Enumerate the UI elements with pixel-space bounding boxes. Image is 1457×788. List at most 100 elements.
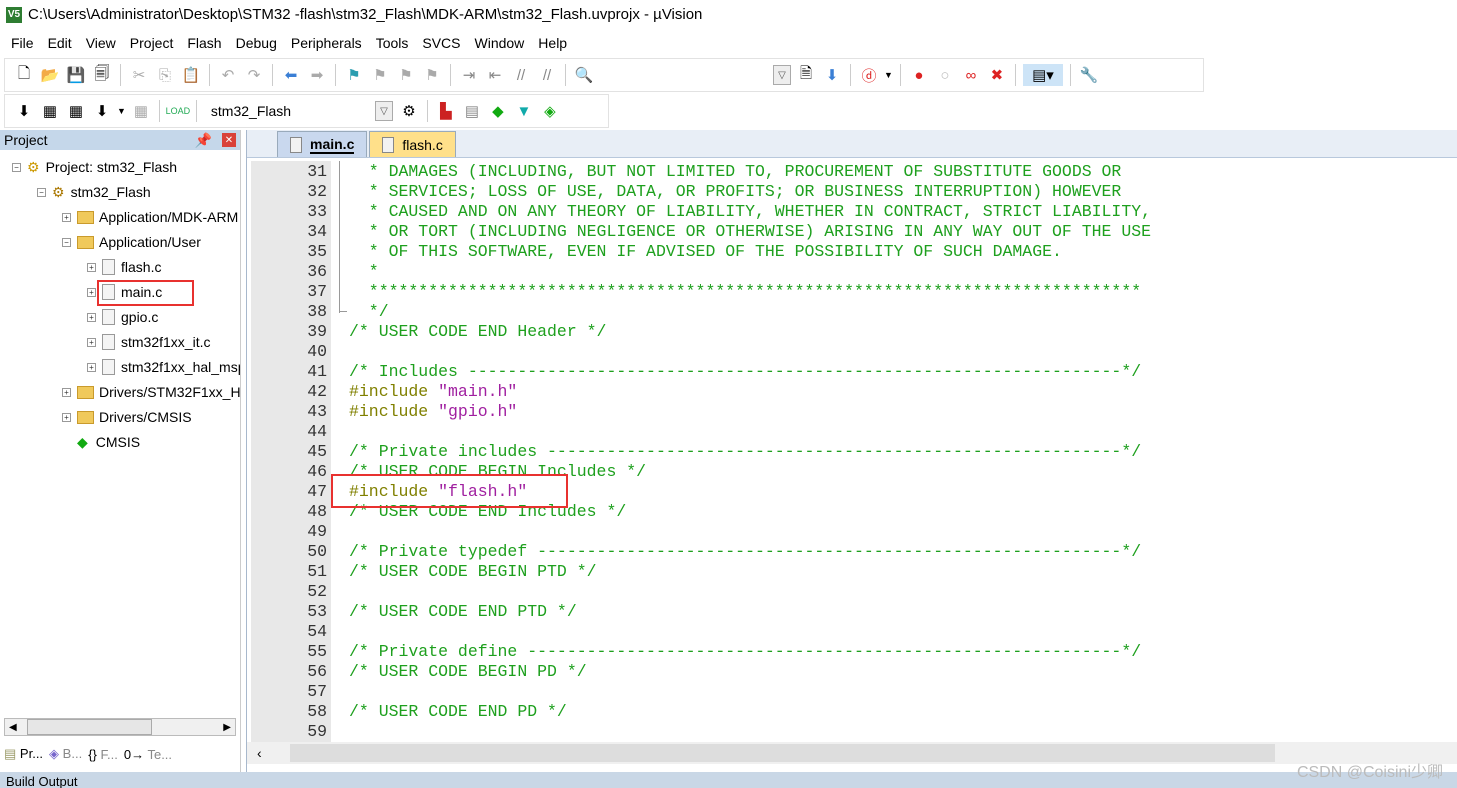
find-icon[interactable]: ⬇ bbox=[821, 64, 843, 86]
kill-breakpoints-icon[interactable]: ✖ bbox=[986, 64, 1008, 86]
menu-help[interactable]: Help bbox=[531, 35, 574, 51]
editor-horizontal-scrollbar[interactable]: ‹ bbox=[247, 742, 1457, 764]
tab-main-c[interactable]: main.c bbox=[277, 131, 368, 157]
code-area[interactable]: 31 * DAMAGES (INCLUDING, BUT NOT LIMITED… bbox=[247, 161, 1457, 742]
options-for-target-icon[interactable]: ⚙ bbox=[398, 100, 420, 122]
tree-item[interactable]: − Application/User bbox=[62, 232, 201, 252]
scrollbar-thumb[interactable] bbox=[27, 719, 152, 735]
uncomment-icon[interactable]: // bbox=[536, 64, 558, 86]
unindent-icon[interactable]: ⇤ bbox=[484, 64, 506, 86]
navigate-forward-icon[interactable]: ➡ bbox=[306, 64, 328, 86]
tab-functions[interactable]: {} F... bbox=[88, 747, 118, 762]
paste-icon[interactable]: 📋 bbox=[180, 64, 202, 86]
window-layout-icon[interactable]: ▤▾ bbox=[1022, 64, 1063, 86]
collapse-icon[interactable]: − bbox=[37, 187, 46, 197]
menu-edit[interactable]: Edit bbox=[41, 35, 79, 51]
pin-icon[interactable]: 📌 bbox=[195, 132, 212, 149]
tree-item[interactable]: + flash.c bbox=[87, 257, 161, 277]
copy-icon[interactable]: ⎘ bbox=[154, 64, 176, 86]
redo-icon[interactable]: ↷ bbox=[243, 64, 265, 86]
expand-icon[interactable]: + bbox=[62, 212, 71, 222]
clear-bookmarks-icon[interactable]: ⚑ bbox=[421, 64, 443, 86]
load-download-icon[interactable]: LOAD bbox=[166, 100, 191, 122]
disable-breakpoint-icon[interactable]: ○ bbox=[934, 64, 956, 86]
navigate-back-icon[interactable]: ⬅ bbox=[280, 64, 302, 86]
tree-item[interactable]: + Drivers/CMSIS bbox=[62, 407, 192, 427]
expand-icon[interactable]: + bbox=[87, 337, 96, 347]
select-packs-icon[interactable]: ▤ bbox=[461, 100, 483, 122]
find-in-files-icon[interactable]: 🔍 bbox=[573, 64, 595, 86]
tree-item[interactable]: + Drivers/STM32F1xx_HAL_Driver bbox=[62, 382, 240, 402]
chevron-down-icon[interactable]: ▽ bbox=[374, 101, 393, 121]
undo-icon[interactable]: ↶ bbox=[217, 64, 239, 86]
indent-icon[interactable]: ⇥ bbox=[458, 64, 480, 86]
tab-books[interactable]: ◈ B... bbox=[49, 746, 82, 762]
pack-icon[interactable]: ◈ bbox=[539, 100, 561, 122]
scroll-left-icon[interactable]: ◀ bbox=[5, 722, 17, 733]
save-all-icon[interactable]: 🗐 bbox=[91, 64, 113, 86]
menu-svcs[interactable]: SVCS bbox=[415, 35, 467, 51]
configure-wrench-icon[interactable]: 🔧 bbox=[1078, 64, 1100, 86]
chevron-down-icon[interactable]: ▼ bbox=[117, 106, 126, 116]
target-select[interactable]: stm32_Flash ▽ bbox=[203, 99, 394, 123]
line-number: 32 bbox=[307, 182, 327, 201]
collapse-icon[interactable]: − bbox=[12, 162, 21, 172]
tree-item[interactable]: + stm32f1xx_it.c bbox=[87, 332, 210, 352]
save-icon[interactable]: 💾 bbox=[65, 64, 87, 86]
code-line: 37 *************************************… bbox=[247, 282, 1447, 302]
expand-icon[interactable]: + bbox=[62, 387, 71, 397]
tab-templates[interactable]: 0→ Te... bbox=[124, 747, 172, 762]
new-file-icon[interactable]: 🗋 bbox=[13, 64, 35, 86]
tree-item[interactable]: ◆ CMSIS bbox=[62, 432, 140, 452]
chevron-down-icon[interactable]: ▼ bbox=[884, 70, 893, 80]
menu-peripherals[interactable]: Peripherals bbox=[284, 35, 369, 51]
tree-item[interactable]: + gpio.c bbox=[87, 307, 158, 327]
tree-item[interactable]: − ⚙ Project: stm32_Flash bbox=[12, 157, 177, 177]
tab-flash-c[interactable]: flash.c bbox=[369, 131, 456, 157]
find-dropdown[interactable]: ▽ bbox=[773, 65, 791, 85]
rebuild-icon[interactable]: ▦ bbox=[65, 100, 87, 122]
expand-icon[interactable]: + bbox=[87, 262, 96, 272]
breakpoint-icon[interactable]: ● bbox=[908, 64, 930, 86]
expand-icon[interactable]: + bbox=[87, 287, 96, 297]
pack-installer-icon[interactable]: ▼ bbox=[513, 100, 535, 122]
cut-icon[interactable]: ✂ bbox=[128, 64, 150, 86]
translate-icon[interactable]: ⬇ bbox=[13, 100, 35, 122]
debug-session-icon[interactable]: ⓓ bbox=[858, 64, 880, 86]
code-token-com: * OF THIS SOFTWARE, EVEN IF ADVISED OF T… bbox=[349, 242, 1062, 261]
collapse-icon[interactable]: − bbox=[62, 237, 71, 247]
tree-item[interactable]: + stm32f1xx_hal_msp.c bbox=[87, 357, 240, 377]
tree-item[interactable]: + Application/MDK-ARM bbox=[62, 207, 238, 227]
expand-icon[interactable]: + bbox=[62, 412, 71, 422]
manage-project-items-icon[interactable]: ▙ bbox=[435, 100, 457, 122]
scroll-left-icon[interactable]: ‹ bbox=[247, 745, 262, 761]
manage-run-time-environment-icon[interactable]: ◆ bbox=[487, 100, 509, 122]
scroll-right-icon[interactable]: ▶ bbox=[223, 722, 235, 733]
next-bookmark-icon[interactable]: ⚑ bbox=[395, 64, 417, 86]
scrollbar-thumb[interactable] bbox=[289, 744, 1275, 762]
bookmark-icon[interactable]: ⚑ bbox=[343, 64, 365, 86]
expand-icon[interactable]: + bbox=[87, 312, 96, 322]
menu-flash[interactable]: Flash bbox=[180, 35, 228, 51]
prev-bookmark-icon[interactable]: ⚑ bbox=[369, 64, 391, 86]
menu-project[interactable]: Project bbox=[123, 35, 181, 51]
build-icon[interactable]: ▦ bbox=[39, 100, 61, 122]
menu-tools[interactable]: Tools bbox=[369, 35, 416, 51]
expand-icon[interactable]: + bbox=[87, 362, 96, 372]
batch-build-icon[interactable]: ⬇ bbox=[91, 100, 113, 122]
tree-item-label: stm32_Flash bbox=[70, 184, 151, 200]
open-folder-icon[interactable]: 📂 bbox=[39, 64, 61, 86]
stop-build-icon[interactable]: ▦ bbox=[130, 100, 152, 122]
close-icon[interactable]: ✕ bbox=[222, 133, 236, 147]
menu-file[interactable]: File bbox=[4, 35, 41, 51]
disable-all-breakpoints-icon[interactable]: ∞ bbox=[960, 64, 982, 86]
menu-window[interactable]: Window bbox=[468, 35, 532, 51]
menu-view[interactable]: View bbox=[79, 35, 123, 51]
comment-icon[interactable]: // bbox=[510, 64, 532, 86]
tree-item[interactable]: − ⚙ stm32_Flash bbox=[37, 182, 151, 202]
menu-debug[interactable]: Debug bbox=[229, 35, 284, 51]
tab-project[interactable]: ▤ Pr... bbox=[4, 746, 44, 762]
incremental-find-icon[interactable]: 🗎 bbox=[795, 64, 817, 86]
project-horizontal-scrollbar[interactable]: ◀ ▶ bbox=[4, 718, 236, 736]
code-token-com: * SERVICES; LOSS OF USE, DATA, OR PROFIT… bbox=[349, 182, 1122, 201]
